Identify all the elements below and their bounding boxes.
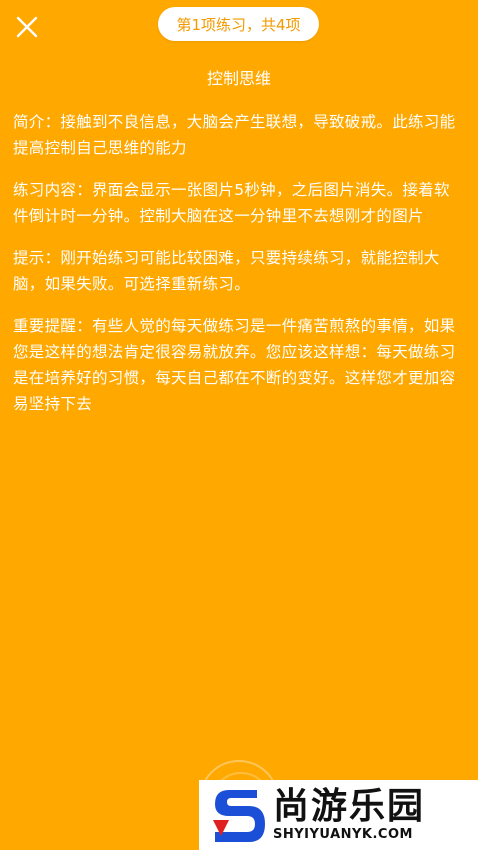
instructions-text: 简介：接触到不良信息，大脑会产生联想，导致破戒。此练习能提高控制自己思维的能力 …: [13, 109, 465, 433]
page-title: 控制思维: [206, 69, 271, 88]
tip-paragraph: 提示：刚开始练习可能比较困难，只要持续练习，就能控制大脑，如果失败。可选择重新练…: [13, 249, 440, 293]
site-name: 尚游乐园: [273, 786, 426, 827]
site-logo-icon: [213, 790, 265, 842]
intro-paragraph: 简介：接触到不良信息，大脑会产生联想，导致破戒。此练习能提高控制自己思维的能力: [13, 113, 456, 157]
close-button[interactable]: [10, 10, 44, 44]
site-domain: SHYIYUANYK.COM: [273, 827, 413, 842]
progress-indicator: 第1项练习，共4项: [158, 7, 319, 41]
exercise-content-paragraph: 练习内容：界面会显示一张图片5秒钟，之后图片消失。接着软件倒计时一分钟。控制大脑…: [13, 181, 450, 225]
close-icon: [16, 16, 38, 38]
important-reminder-paragraph: 重要提醒：有些人觉的每天做练习是一件痛苦煎熬的事情，如果您是这样的想法肯定很容易…: [13, 317, 456, 413]
site-watermark: 尚游乐园 SHYIYUANYK.COM: [199, 780, 478, 850]
